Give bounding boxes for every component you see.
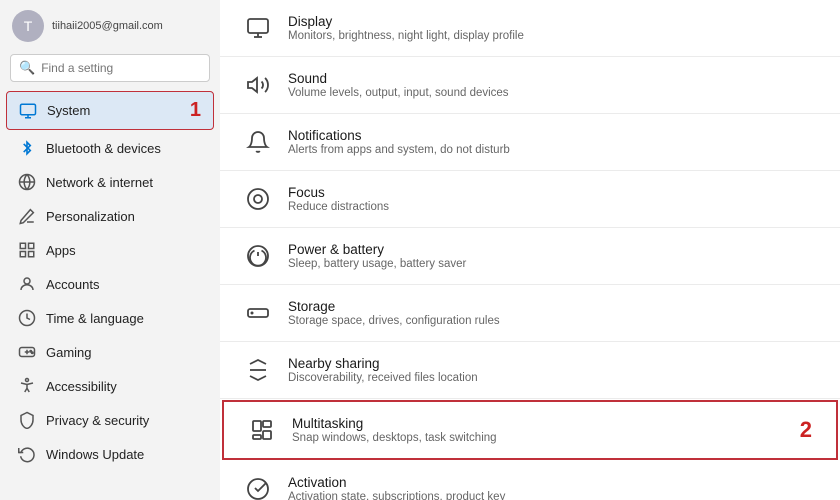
- settings-item-sound[interactable]: Sound Volume levels, output, input, soun…: [220, 57, 840, 114]
- settings-item-multitasking[interactable]: Multitasking Snap windows, desktops, tas…: [222, 400, 838, 460]
- notifications-text: Notifications Alerts from apps and syste…: [288, 128, 510, 156]
- activation-title: Activation: [288, 475, 505, 490]
- sidebar-label-accounts: Accounts: [46, 277, 99, 292]
- sidebar-label-apps: Apps: [46, 243, 76, 258]
- sound-desc: Volume levels, output, input, sound devi…: [288, 87, 509, 99]
- bluetooth-icon: [18, 139, 36, 157]
- notifications-title: Notifications: [288, 128, 510, 143]
- privacy-icon: [18, 411, 36, 429]
- notifications-icon: [244, 128, 272, 156]
- display-title: Display: [288, 14, 524, 29]
- sidebar-item-bluetooth[interactable]: Bluetooth & devices: [6, 132, 214, 164]
- sidebar-label-network: Network & internet: [46, 175, 153, 190]
- nearby-desc: Discoverability, received files location: [288, 372, 478, 384]
- system-badge: 1: [190, 99, 201, 122]
- multitasking-badge: 2: [800, 417, 812, 443]
- windows-update-icon: [18, 445, 36, 463]
- storage-title: Storage: [288, 299, 500, 314]
- avatar: T: [12, 10, 44, 42]
- multitasking-desc: Snap windows, desktops, task switching: [292, 432, 497, 444]
- settings-item-storage[interactable]: Storage Storage space, drives, configura…: [220, 285, 840, 342]
- main-content: Display Monitors, brightness, night ligh…: [220, 0, 840, 500]
- accounts-icon: [18, 275, 36, 293]
- user-email: tiihaii2005@gmail.com: [52, 20, 163, 32]
- settings-item-activation[interactable]: Activation Activation state, subscriptio…: [220, 461, 840, 500]
- sidebar-label-system: System: [47, 103, 90, 118]
- sidebar-label-personalization: Personalization: [46, 209, 135, 224]
- activation-desc: Activation state, subscriptions, product…: [288, 491, 505, 500]
- sidebar-item-windows-update[interactable]: Windows Update: [6, 438, 214, 470]
- search-input[interactable]: [41, 61, 201, 75]
- settings-item-focus[interactable]: Focus Reduce distractions: [220, 171, 840, 228]
- multitasking-title: Multitasking: [292, 416, 497, 431]
- multitasking-text: Multitasking Snap windows, desktops, tas…: [292, 416, 497, 444]
- network-icon: [18, 173, 36, 191]
- sidebar-item-apps[interactable]: Apps: [6, 234, 214, 266]
- sound-text: Sound Volume levels, output, input, soun…: [288, 71, 509, 99]
- user-info: T tiihaii2005@gmail.com: [0, 4, 220, 50]
- power-title: Power & battery: [288, 242, 466, 257]
- nearby-title: Nearby sharing: [288, 356, 478, 371]
- storage-desc: Storage space, drives, configuration rul…: [288, 315, 500, 327]
- sidebar-label-bluetooth: Bluetooth & devices: [46, 141, 161, 156]
- display-desc: Monitors, brightness, night light, displ…: [288, 30, 524, 42]
- settings-item-notifications[interactable]: Notifications Alerts from apps and syste…: [220, 114, 840, 171]
- sidebar-label-privacy: Privacy & security: [46, 413, 149, 428]
- activation-text: Activation Activation state, subscriptio…: [288, 475, 505, 500]
- sidebar-item-system[interactable]: System 1: [6, 91, 214, 130]
- sidebar-label-windows-update: Windows Update: [46, 447, 144, 462]
- focus-icon: [244, 185, 272, 213]
- focus-text: Focus Reduce distractions: [288, 185, 389, 213]
- nearby-icon: [244, 356, 272, 384]
- notifications-desc: Alerts from apps and system, do not dist…: [288, 144, 510, 156]
- search-icon: 🔍: [19, 60, 35, 76]
- display-text: Display Monitors, brightness, night ligh…: [288, 14, 524, 42]
- sidebar-label-gaming: Gaming: [46, 345, 92, 360]
- sound-title: Sound: [288, 71, 509, 86]
- accessibility-icon: [18, 377, 36, 395]
- sound-icon: [244, 71, 272, 99]
- apps-icon: [18, 241, 36, 259]
- nearby-text: Nearby sharing Discoverability, received…: [288, 356, 478, 384]
- sidebar-item-personalization[interactable]: Personalization: [6, 200, 214, 232]
- search-box[interactable]: 🔍: [10, 54, 210, 82]
- storage-icon: [244, 299, 272, 327]
- sidebar-item-privacy[interactable]: Privacy & security: [6, 404, 214, 436]
- personalization-icon: [18, 207, 36, 225]
- sidebar-item-accessibility[interactable]: Accessibility: [6, 370, 214, 402]
- multitasking-icon: [248, 416, 276, 444]
- focus-title: Focus: [288, 185, 389, 200]
- power-icon: [244, 242, 272, 270]
- display-icon: [244, 14, 272, 42]
- activation-icon: [244, 475, 272, 500]
- sidebar: T tiihaii2005@gmail.com 🔍 System 1 Bluet…: [0, 0, 220, 500]
- settings-item-nearby[interactable]: Nearby sharing Discoverability, received…: [220, 342, 840, 399]
- storage-text: Storage Storage space, drives, configura…: [288, 299, 500, 327]
- power-text: Power & battery Sleep, battery usage, ba…: [288, 242, 466, 270]
- sidebar-item-time[interactable]: Time & language: [6, 302, 214, 334]
- sidebar-item-accounts[interactable]: Accounts: [6, 268, 214, 300]
- gaming-icon: [18, 343, 36, 361]
- power-desc: Sleep, battery usage, battery saver: [288, 258, 466, 270]
- sidebar-label-accessibility: Accessibility: [46, 379, 117, 394]
- sidebar-label-time: Time & language: [46, 311, 144, 326]
- sidebar-item-network[interactable]: Network & internet: [6, 166, 214, 198]
- sidebar-item-gaming[interactable]: Gaming: [6, 336, 214, 368]
- settings-item-display[interactable]: Display Monitors, brightness, night ligh…: [220, 0, 840, 57]
- time-icon: [18, 309, 36, 327]
- focus-desc: Reduce distractions: [288, 201, 389, 213]
- system-icon: [19, 102, 37, 120]
- settings-item-power[interactable]: Power & battery Sleep, battery usage, ba…: [220, 228, 840, 285]
- settings-list: Display Monitors, brightness, night ligh…: [220, 0, 840, 500]
